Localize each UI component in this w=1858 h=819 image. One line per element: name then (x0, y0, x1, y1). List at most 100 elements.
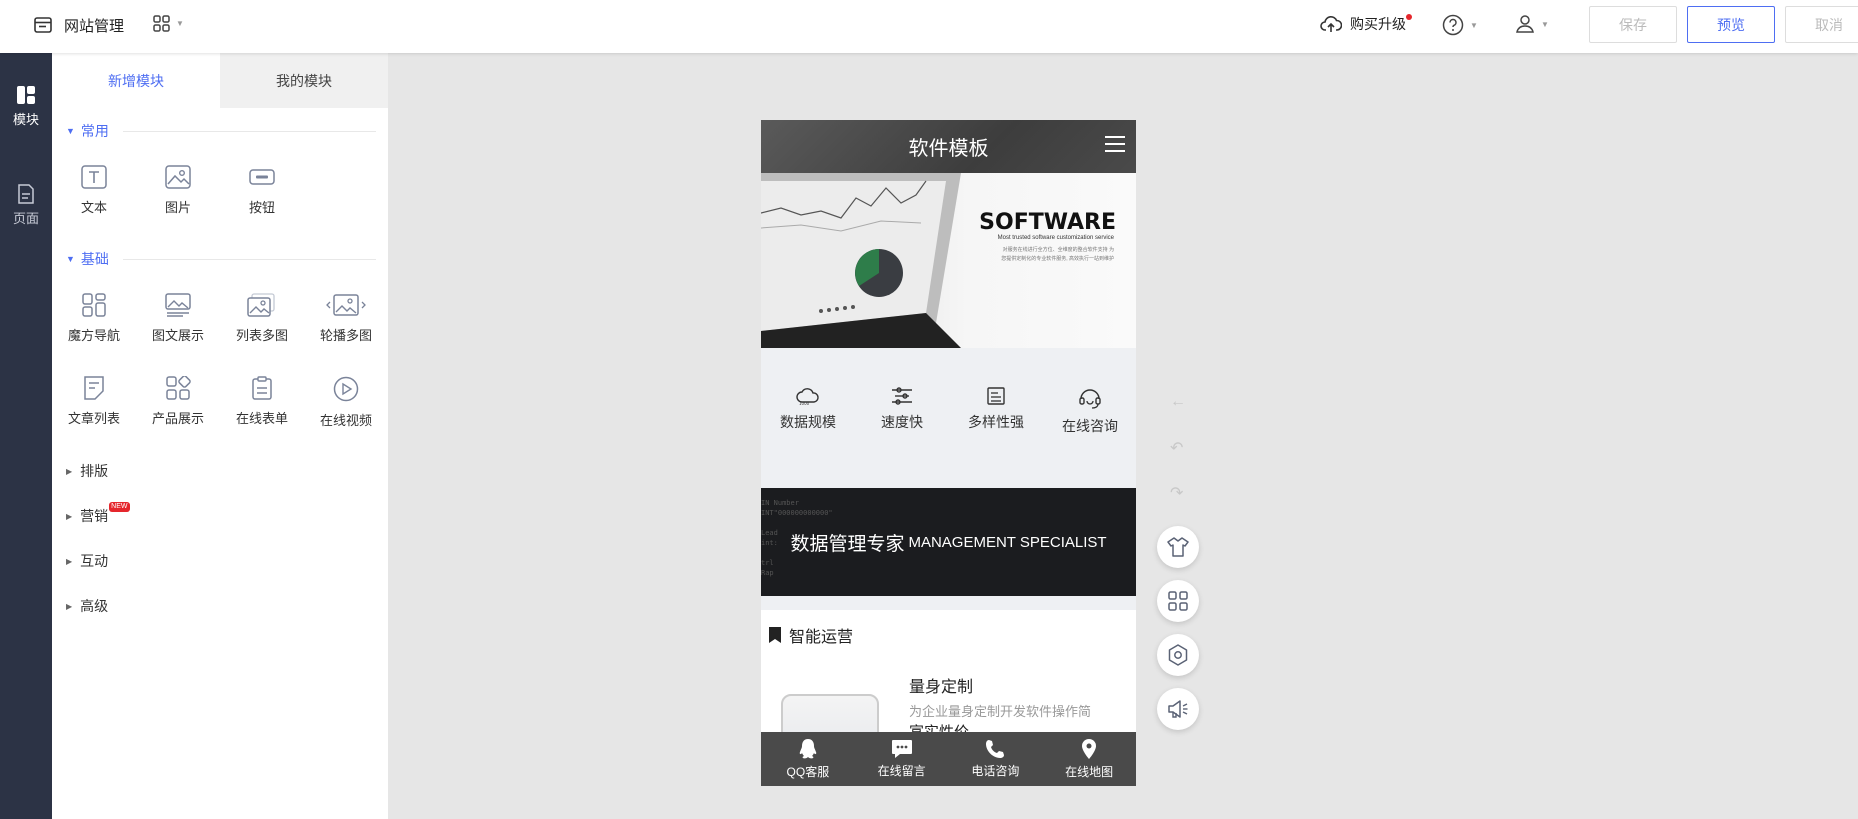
bookmark-icon (769, 627, 781, 643)
divider (122, 130, 376, 132)
product-icon (166, 376, 191, 400)
upgrade-link[interactable]: 购买升级 (1320, 14, 1412, 34)
footer-label: 在线地图 (1065, 765, 1114, 779)
section-title: 智能运营 (789, 629, 854, 646)
feature-label: 数据规模 (780, 414, 836, 430)
code-background: IN Number INT"000000000000" Lead int: trl Rap (761, 499, 833, 577)
site-management[interactable]: 网站管理 (34, 14, 124, 36)
apps-grid-icon (153, 15, 170, 32)
announce-button[interactable] (1157, 688, 1199, 730)
feature-item[interactable]: 速度快 (855, 386, 949, 432)
help-menu[interactable]: ▼ (1442, 14, 1478, 36)
save-button[interactable]: 保存 (1589, 6, 1677, 43)
section-heading: 智能运营 (769, 623, 853, 647)
chevron-down-icon: ▼ (176, 19, 184, 28)
module-label: 产品展示 (151, 411, 204, 426)
chevron-down-icon: ▼ (1541, 19, 1549, 29)
section-label: 营销 (80, 508, 109, 524)
module-label: 图文展示 (151, 328, 204, 343)
preview-header[interactable]: 软件模板 (761, 120, 1136, 173)
mobile-preview[interactable]: 软件模板 SOFTWARE Most trusted software cust… (761, 120, 1136, 786)
section-common-header[interactable]: ▼ 常用 (66, 121, 376, 141)
strip-en: MANAGEMENT SPECIALIST (908, 533, 1107, 551)
help-icon (1442, 14, 1464, 36)
section-basic-header[interactable]: ▼ 基础 (66, 249, 376, 269)
feature-label: 多样性强 (968, 414, 1024, 430)
preview-footer[interactable]: QQ客服 在线留言 电话咨询 在线地图 (761, 732, 1136, 786)
settings-button[interactable] (1157, 634, 1199, 676)
cancel-button[interactable]: 取消 (1785, 6, 1858, 43)
module-label: 按钮 (248, 200, 275, 215)
user-menu[interactable]: ▼ (1515, 14, 1549, 34)
feature-item[interactable]: 多样性强 (949, 386, 1043, 432)
left-rail: 模块 页面 (0, 53, 52, 819)
new-badge: NEW (109, 502, 130, 512)
text-icon (81, 165, 107, 189)
notify-dot (1406, 14, 1412, 20)
feature-item[interactable]: 1000 数据规模 (761, 386, 855, 432)
redo-icon[interactable]: ↷ (1170, 483, 1183, 503)
module-panel: 新增模块 我的模块 ▼ 常用 文本 图片 按钮 ▼ 基础 魔方导航 图文展示 列… (52, 53, 388, 819)
preview-strip[interactable]: IN Number INT"000000000000" Lead int: trl Rap… (761, 488, 1136, 596)
section-label: 高级 (80, 598, 109, 614)
chevron-down-icon: ▼ (1470, 20, 1478, 30)
preview-button[interactable]: 预览 (1687, 6, 1775, 43)
module-list-images[interactable]: 列表多图 (220, 293, 304, 344)
theme-button[interactable] (1157, 526, 1199, 568)
caret-down-icon: ▼ (66, 254, 75, 264)
module-article-list[interactable]: 文章列表 (52, 376, 136, 427)
preview-features[interactable]: 1000 数据规模 速度快 多样性强 在线咨询 (761, 348, 1136, 488)
module-label: 魔方导航 (67, 328, 120, 343)
top-bar: 网站管理 ▼ 购买升级 ▼ ▼ 保存 预览 取消 (0, 0, 1858, 53)
rail-label-pages: 页面 (12, 211, 39, 226)
preview-banner[interactable]: SOFTWARE Most trusted software customiza… (761, 173, 1136, 348)
panel-tabs: 新增模块 我的模块 (52, 53, 388, 108)
section-advanced[interactable]: ▶ 高级 (66, 596, 108, 616)
hamburger-menu-icon[interactable] (1105, 135, 1125, 153)
module-label: 文章列表 (67, 411, 120, 426)
module-text[interactable]: 文本 (52, 165, 136, 216)
footer-label: 电话咨询 (971, 764, 1020, 778)
section-label: 排版 (80, 463, 109, 479)
module-image-text[interactable]: 图文展示 (136, 293, 220, 344)
list-images-icon (247, 293, 275, 317)
footer-map[interactable]: 在线地图 (1042, 732, 1136, 786)
apps-menu[interactable]: ▼ (153, 15, 184, 32)
rail-item-pages[interactable]: 页面 (0, 184, 52, 227)
feature-item[interactable]: 在线咨询 (1043, 386, 1136, 436)
qq-icon (799, 739, 817, 759)
image-text-icon (165, 293, 191, 317)
section-layout[interactable]: ▶ 排版 (66, 461, 108, 481)
footer-qq[interactable]: QQ客服 (761, 732, 855, 786)
rail-item-modules[interactable]: 模块 (0, 85, 52, 128)
tab-new-modules[interactable]: 新增模块 (52, 53, 220, 108)
footer-message[interactable]: 在线留言 (855, 732, 949, 786)
caret-right-icon: ▶ (66, 466, 73, 476)
site-title: 网站管理 (64, 17, 125, 35)
section-basic-title: 基础 (80, 251, 109, 267)
module-cube-nav[interactable]: 魔方导航 (52, 293, 136, 344)
module-form[interactable]: 在线表单 (220, 376, 304, 427)
preview-gap (761, 596, 1136, 610)
module-label: 在线视频 (319, 413, 372, 428)
tab-my-modules[interactable]: 我的模块 (220, 53, 388, 108)
modules-button[interactable] (1157, 580, 1199, 622)
section-marketing[interactable]: ▶ 营销 NEW (66, 502, 130, 526)
module-button[interactable]: 按钮 (220, 165, 304, 216)
svg-text:1000: 1000 (799, 401, 810, 406)
footer-phone[interactable]: 电话咨询 (949, 732, 1043, 786)
module-product[interactable]: 产品展示 (136, 376, 220, 427)
undo-icon[interactable]: ↶ (1170, 438, 1183, 458)
section-interaction[interactable]: ▶ 互动 (66, 551, 108, 571)
layout-icon (17, 86, 35, 104)
cube-nav-icon (82, 293, 106, 317)
back-arrow-icon[interactable]: ← (1170, 393, 1186, 411)
message-icon (891, 740, 912, 758)
caret-right-icon: ▶ (66, 511, 73, 521)
button-icon (249, 169, 275, 185)
speed-icon (892, 387, 912, 405)
module-video[interactable]: 在线视频 (304, 376, 388, 429)
modules-grid-icon (1168, 591, 1188, 611)
module-image[interactable]: 图片 (136, 165, 220, 216)
module-carousel[interactable]: 轮播多图 (304, 293, 388, 344)
